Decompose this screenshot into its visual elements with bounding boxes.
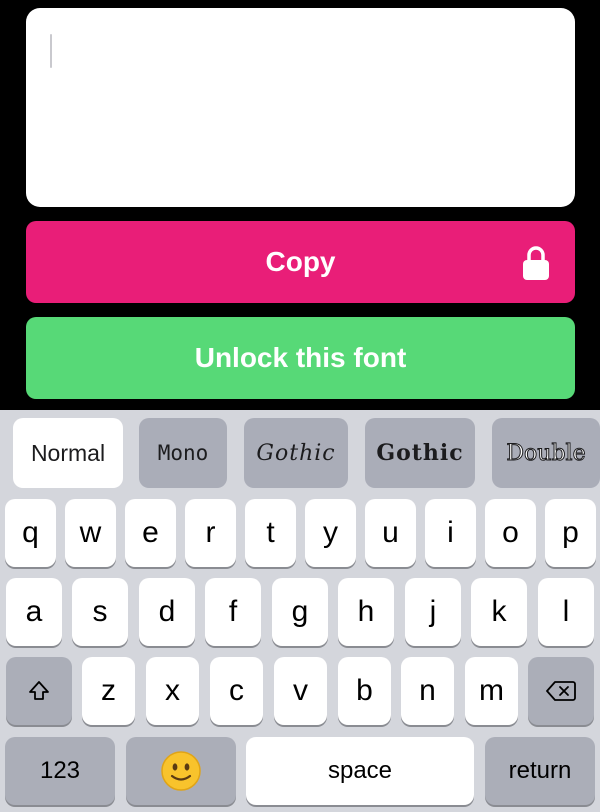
key-label: r xyxy=(205,516,216,549)
key-label: b xyxy=(356,674,373,707)
shift-icon xyxy=(29,681,49,700)
key-label: h xyxy=(357,595,375,628)
key-y[interactable]: y xyxy=(305,499,356,567)
backspace-icon xyxy=(546,681,576,701)
key-e[interactable]: e xyxy=(125,499,176,567)
text-input-area[interactable] xyxy=(26,8,575,207)
key-label: k xyxy=(491,595,507,628)
key-label: w xyxy=(79,516,102,549)
font-chip-label: Gothic xyxy=(376,440,464,466)
font-chip-mono[interactable]: Mono xyxy=(139,418,227,488)
key-label: z xyxy=(101,674,116,707)
key-j[interactable]: j xyxy=(405,578,461,646)
key-label: l xyxy=(562,595,570,628)
key-label: m xyxy=(479,674,504,707)
key-x[interactable]: x xyxy=(146,657,199,725)
key-label: i xyxy=(447,516,454,549)
key-label: e xyxy=(142,516,159,549)
font-chip-gothic-bold[interactable]: Gothic xyxy=(365,418,475,488)
emoji-key[interactable] xyxy=(126,737,236,805)
space-key[interactable]: space xyxy=(246,737,474,805)
key-a[interactable]: a xyxy=(6,578,62,646)
key-l[interactable]: l xyxy=(538,578,594,646)
font-chip-label: Double xyxy=(506,440,586,466)
numbers-key-label: 123 xyxy=(39,757,81,784)
key-s[interactable]: s xyxy=(72,578,128,646)
keyboard: Normal Mono Gothic Gothic Double q w e r… xyxy=(0,410,600,812)
key-n[interactable]: n xyxy=(401,657,454,725)
key-label: f xyxy=(228,595,238,628)
unlock-font-button[interactable]: Unlock this font xyxy=(26,317,575,399)
font-chip-label: Gothic xyxy=(256,440,336,466)
font-chip-label: Mono xyxy=(157,441,209,465)
copy-button-label: Copy xyxy=(265,246,336,277)
key-z[interactable]: z xyxy=(82,657,135,725)
key-label: n xyxy=(419,674,436,707)
copy-button[interactable]: Copy xyxy=(26,221,575,303)
shift-key[interactable] xyxy=(6,657,72,725)
key-label: u xyxy=(382,516,399,549)
key-label: q xyxy=(22,516,39,549)
key-i[interactable]: i xyxy=(425,499,476,567)
key-k[interactable]: k xyxy=(471,578,527,646)
key-label: g xyxy=(291,595,309,628)
key-g[interactable]: g xyxy=(272,578,328,646)
key-b[interactable]: b xyxy=(338,657,391,725)
key-label: x xyxy=(165,674,180,707)
return-key-label: return xyxy=(508,757,572,784)
numbers-key[interactable]: 123 xyxy=(5,737,115,805)
key-c[interactable]: c xyxy=(210,657,263,725)
key-v[interactable]: v xyxy=(274,657,327,725)
key-m[interactable]: m xyxy=(465,657,518,725)
return-key[interactable]: return xyxy=(485,737,595,805)
key-t[interactable]: t xyxy=(245,499,296,567)
key-r[interactable]: r xyxy=(185,499,236,567)
space-key-label: space xyxy=(327,757,393,784)
key-label: d xyxy=(158,595,176,628)
key-label: o xyxy=(502,516,519,549)
key-label: v xyxy=(293,674,308,707)
font-chip-gothic[interactable]: Gothic xyxy=(244,418,348,488)
key-f[interactable]: f xyxy=(205,578,261,646)
text-cursor xyxy=(50,34,52,68)
key-label: y xyxy=(323,516,338,549)
key-d[interactable]: d xyxy=(139,578,195,646)
backspace-key[interactable] xyxy=(528,657,594,725)
key-label: a xyxy=(25,595,43,628)
key-label: s xyxy=(92,595,108,628)
key-label: c xyxy=(229,674,244,707)
key-w[interactable]: w xyxy=(65,499,116,567)
font-chip-label: Normal xyxy=(30,439,106,466)
key-h[interactable]: h xyxy=(338,578,394,646)
smiley-emoji-icon xyxy=(161,751,201,791)
key-o[interactable]: o xyxy=(485,499,536,567)
key-label: j xyxy=(429,595,437,628)
font-style-bar: Normal Mono Gothic Gothic Double xyxy=(0,410,600,496)
font-chip-normal[interactable]: Normal xyxy=(13,418,123,488)
lock-icon xyxy=(523,246,549,280)
key-u[interactable]: u xyxy=(365,499,416,567)
key-q[interactable]: q xyxy=(5,499,56,567)
key-p[interactable]: p xyxy=(545,499,596,567)
font-chip-double[interactable]: Double xyxy=(492,418,600,488)
unlock-button-label: Unlock this font xyxy=(194,342,407,373)
key-label: t xyxy=(266,516,275,549)
key-label: p xyxy=(562,516,579,549)
